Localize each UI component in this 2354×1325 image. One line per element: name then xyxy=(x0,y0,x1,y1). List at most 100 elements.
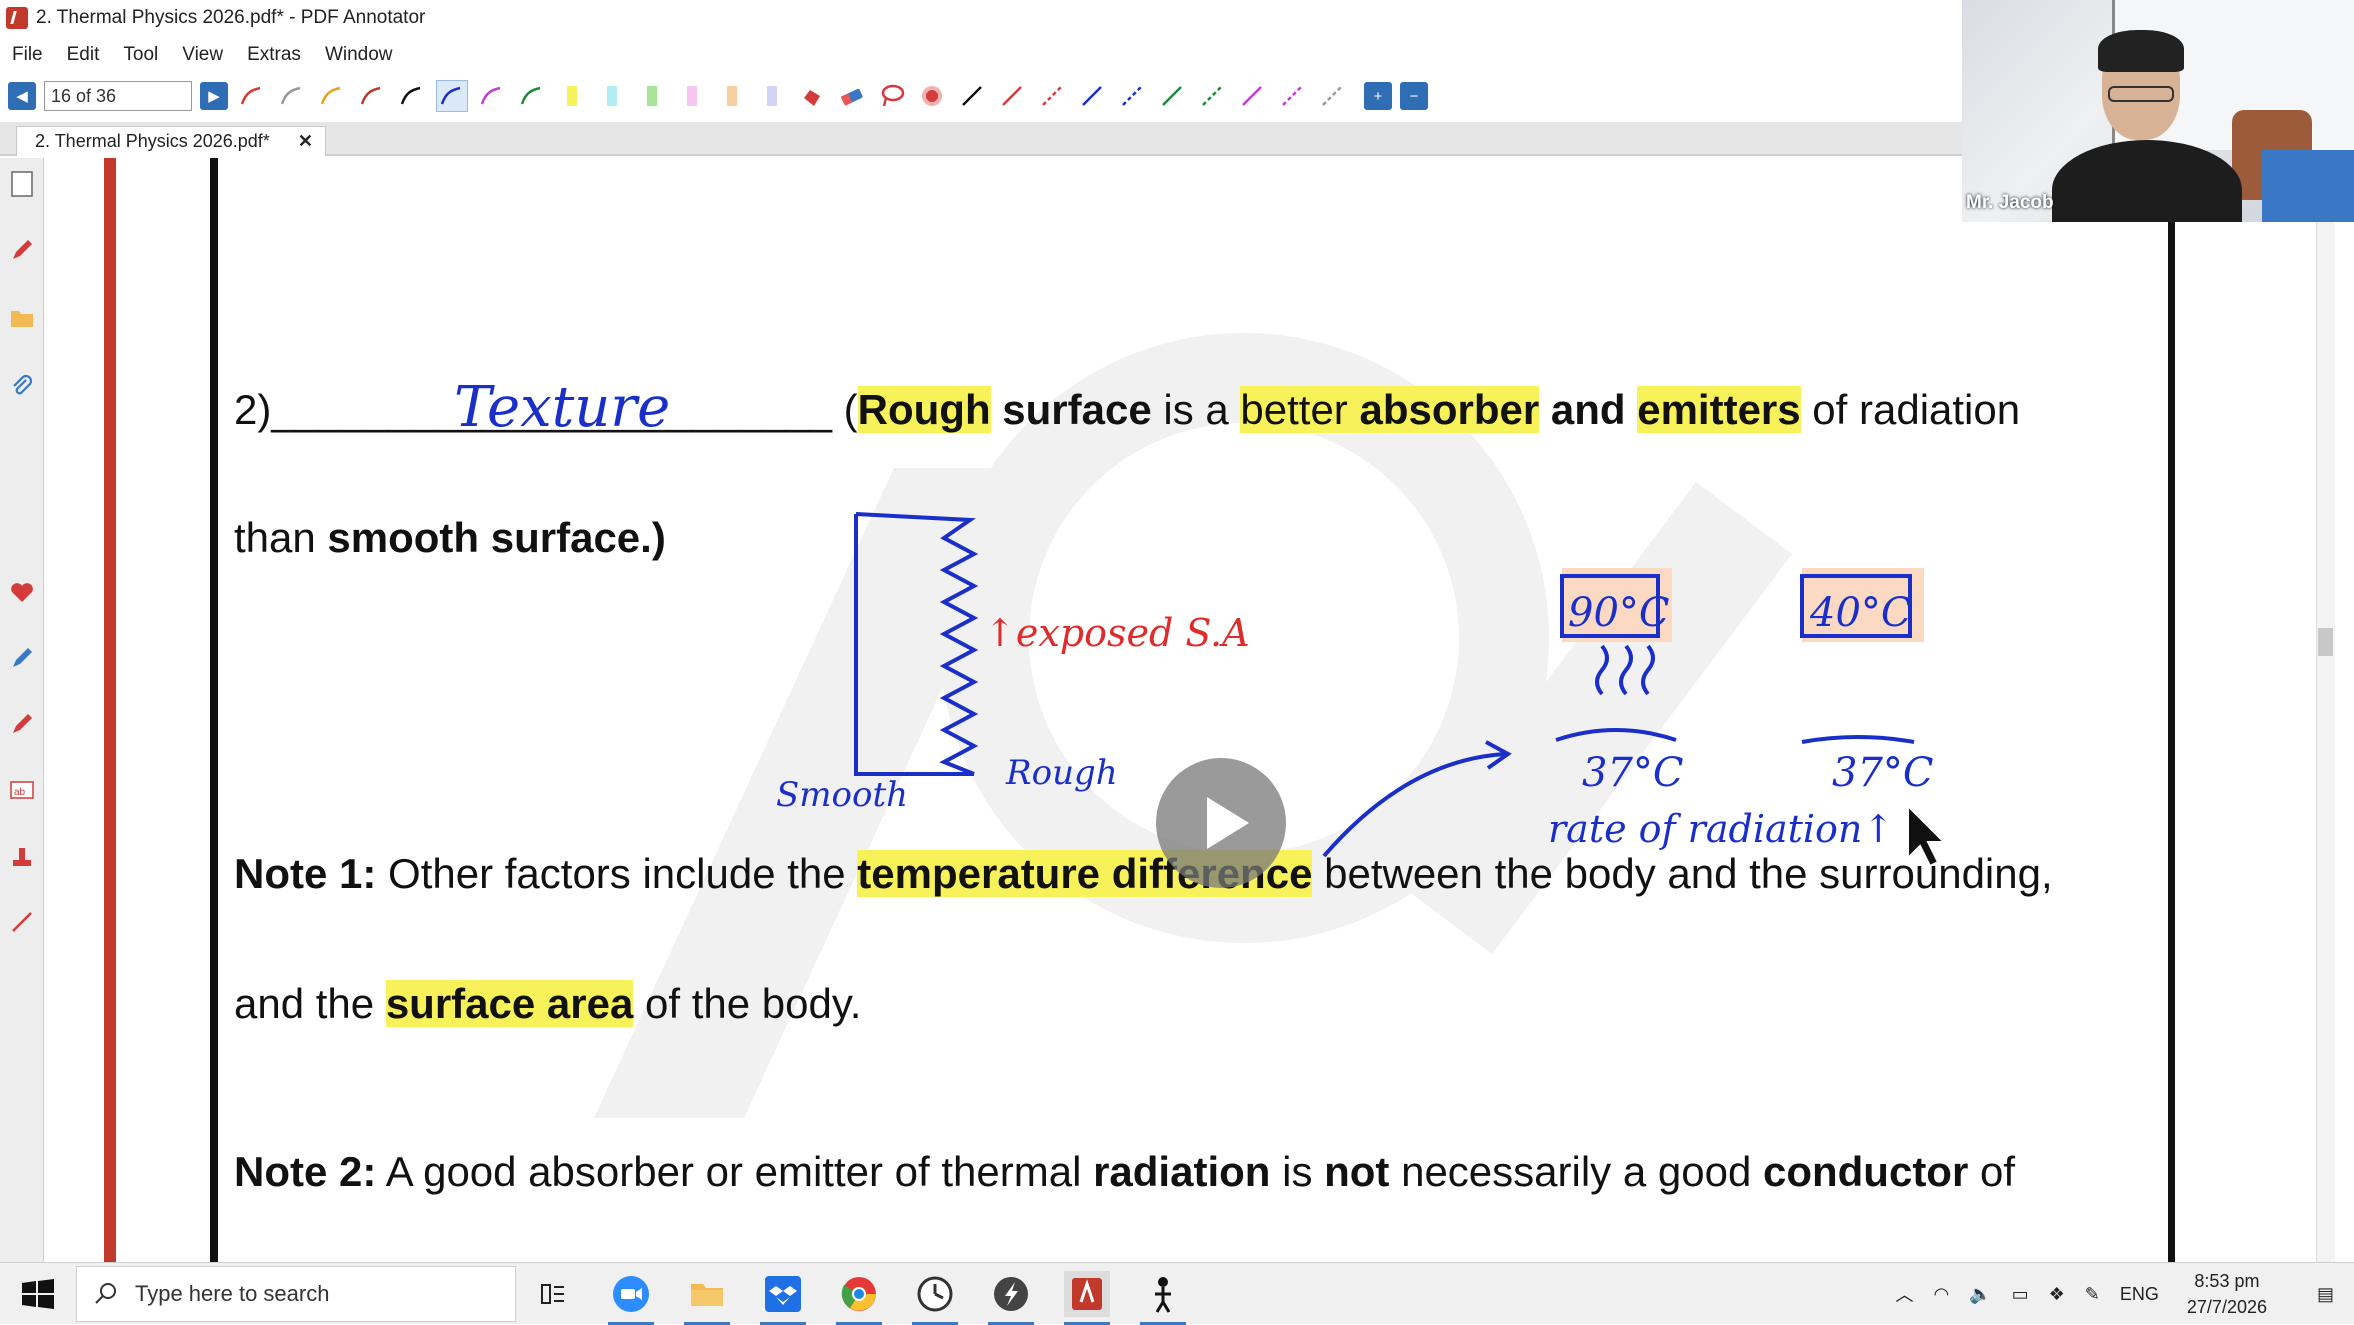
windows-start-icon[interactable] xyxy=(18,1277,58,1311)
left-tool-panel: ab xyxy=(0,158,44,1262)
close-tab-icon[interactable]: ✕ xyxy=(298,131,313,152)
line-icon xyxy=(1238,82,1266,110)
highlighter-pink-tool[interactable] xyxy=(676,80,708,112)
pen-magenta-tool[interactable] xyxy=(476,80,508,112)
pen-tray-icon[interactable]: ✎ xyxy=(2085,1284,2100,1305)
paperclip-icon[interactable] xyxy=(8,372,36,400)
pen-curve-icon xyxy=(238,82,266,110)
favorites-heart-icon[interactable] xyxy=(8,578,36,606)
exposed-sa-annotation: ↑exposed S.A xyxy=(984,611,1250,655)
wifi-icon[interactable]: ◠ xyxy=(1934,1284,1950,1305)
eraser-icon xyxy=(838,82,866,110)
pen-orange-tool[interactable] xyxy=(316,80,348,112)
language-indicator[interactable]: ENG xyxy=(2120,1284,2159,1305)
vertical-scrollbar[interactable] xyxy=(2316,158,2335,1262)
zoom-app-icon[interactable] xyxy=(608,1271,654,1317)
folder-icon[interactable] xyxy=(8,304,36,332)
mouse-cursor-icon xyxy=(1908,806,1944,866)
menu-window[interactable]: Window xyxy=(313,44,405,66)
line-blue-dashed-tool[interactable] xyxy=(1116,80,1148,112)
blue-object xyxy=(2262,150,2354,222)
dashed-line-icon xyxy=(1118,82,1146,110)
pen-darkred-tool[interactable] xyxy=(356,80,388,112)
clock-time: 8:53 pm xyxy=(2187,1268,2267,1294)
pen-green-tool[interactable] xyxy=(516,80,548,112)
text-box-icon[interactable]: ab xyxy=(8,776,36,804)
pen-gray-tool[interactable] xyxy=(276,80,308,112)
scrollbar-thumb[interactable] xyxy=(2318,628,2333,656)
dropbox-icon[interactable] xyxy=(760,1271,806,1317)
document-page[interactable]: 2)________________________ (Rough surfac… xyxy=(44,158,2335,1262)
laser-pointer-icon xyxy=(918,82,946,110)
pen-curve-icon xyxy=(438,82,466,110)
lasso-tool[interactable] xyxy=(876,80,908,112)
chrome-icon[interactable] xyxy=(836,1271,882,1317)
previous-page-button[interactable]: ◀ xyxy=(8,82,36,110)
line-green-tool[interactable] xyxy=(1156,80,1188,112)
video-play-button[interactable] xyxy=(1156,758,1286,888)
body-arc-1 xyxy=(1556,730,1676,740)
menu-tool[interactable]: Tool xyxy=(111,44,170,66)
system-clock[interactable]: 8:53 pm 27/7/2026 xyxy=(2187,1268,2267,1320)
pen-blue-tool[interactable] xyxy=(436,80,468,112)
menu-extras[interactable]: Extras xyxy=(235,44,313,66)
pen-black-tool[interactable] xyxy=(396,80,428,112)
line-gray-dashed-tool[interactable] xyxy=(1316,80,1348,112)
arrow-to-temperatures xyxy=(1324,754,1506,856)
highlighter-cyan-tool[interactable] xyxy=(596,80,628,112)
notification-icon[interactable]: ▤ xyxy=(2317,1284,2334,1305)
clock-app-icon[interactable] xyxy=(912,1271,958,1317)
battery-icon[interactable]: ▭ xyxy=(2012,1284,2029,1305)
smooth-label: Smooth xyxy=(776,775,908,815)
line-blue-tool[interactable] xyxy=(1076,80,1108,112)
highlighter-lavender-tool[interactable] xyxy=(756,80,788,112)
task-view-icon[interactable] xyxy=(530,1271,576,1317)
hand-tool[interactable] xyxy=(796,80,828,112)
rough-surface-drawing xyxy=(856,514,974,774)
menu-file[interactable]: File xyxy=(0,44,55,66)
dropbox-tray-icon[interactable]: ❖ xyxy=(2049,1284,2065,1305)
zoom-out-button[interactable]: − xyxy=(1400,82,1428,110)
highlighter-icon xyxy=(638,82,666,110)
highlighter-icon xyxy=(598,82,626,110)
laser-pointer-tool[interactable] xyxy=(916,80,948,112)
body-temp-1-label: 37°C xyxy=(1582,750,1684,796)
line-red-tool[interactable] xyxy=(996,80,1028,112)
tab-thermal-physics[interactable]: 2. Thermal Physics 2026.pdf* ✕ xyxy=(16,126,326,156)
flash-app-icon[interactable] xyxy=(988,1271,1034,1317)
ink-annotation-layer: Texture ↑exposed S.A Smooth Rough 90°C 4… xyxy=(44,158,2335,1262)
line-green-dashed-tool[interactable] xyxy=(1196,80,1228,112)
volume-icon[interactable]: 🔈 xyxy=(1969,1284,1991,1305)
pen-icon[interactable] xyxy=(8,236,36,264)
menu-edit[interactable]: Edit xyxy=(55,44,112,66)
rate-of-radiation-label: rate of radiation↑ xyxy=(1548,807,1894,851)
line-black-tool[interactable] xyxy=(956,80,988,112)
line-magenta-tool[interactable] xyxy=(1236,80,1268,112)
dashed-line-icon xyxy=(1038,82,1066,110)
temp-hot-label: 90°C xyxy=(1568,590,1670,636)
page-number-input[interactable] xyxy=(44,81,192,111)
highlighter-orange-tool[interactable] xyxy=(716,80,748,112)
line-magenta-dashed-tool[interactable] xyxy=(1276,80,1308,112)
texture-annotation: Texture xyxy=(454,375,670,440)
chevron-up-icon[interactable]: ︿ xyxy=(1896,1281,1914,1307)
next-page-button[interactable]: ▶ xyxy=(200,82,228,110)
arrow-line-icon[interactable] xyxy=(8,908,36,936)
zoom-in-button[interactable]: + xyxy=(1364,82,1392,110)
stamp-icon[interactable] xyxy=(8,842,36,870)
pencil-icon[interactable] xyxy=(8,644,36,672)
highlighter-yellow-tool[interactable] xyxy=(556,80,588,112)
menu-view[interactable]: View xyxy=(170,44,235,66)
presenter-app-icon[interactable] xyxy=(1140,1271,1186,1317)
marker-icon[interactable] xyxy=(8,710,36,738)
pdf-annotator-taskbar-icon[interactable] xyxy=(1064,1271,1110,1317)
file-explorer-icon[interactable] xyxy=(684,1271,730,1317)
system-tray: ︿ ◠ 🔈 ▭ ❖ ✎ ENG 8:53 pm 27/7/2026 ▤ xyxy=(1886,1263,2354,1325)
highlighter-green-tool[interactable] xyxy=(636,80,668,112)
pen-red-tool[interactable] xyxy=(236,80,268,112)
eraser-tool[interactable] xyxy=(836,80,868,112)
line-icon xyxy=(1158,82,1186,110)
page-thumbnail-icon[interactable] xyxy=(8,170,36,198)
line-red-dashed-tool[interactable] xyxy=(1036,80,1068,112)
taskbar-search-box[interactable]: Type here to search xyxy=(76,1266,516,1322)
